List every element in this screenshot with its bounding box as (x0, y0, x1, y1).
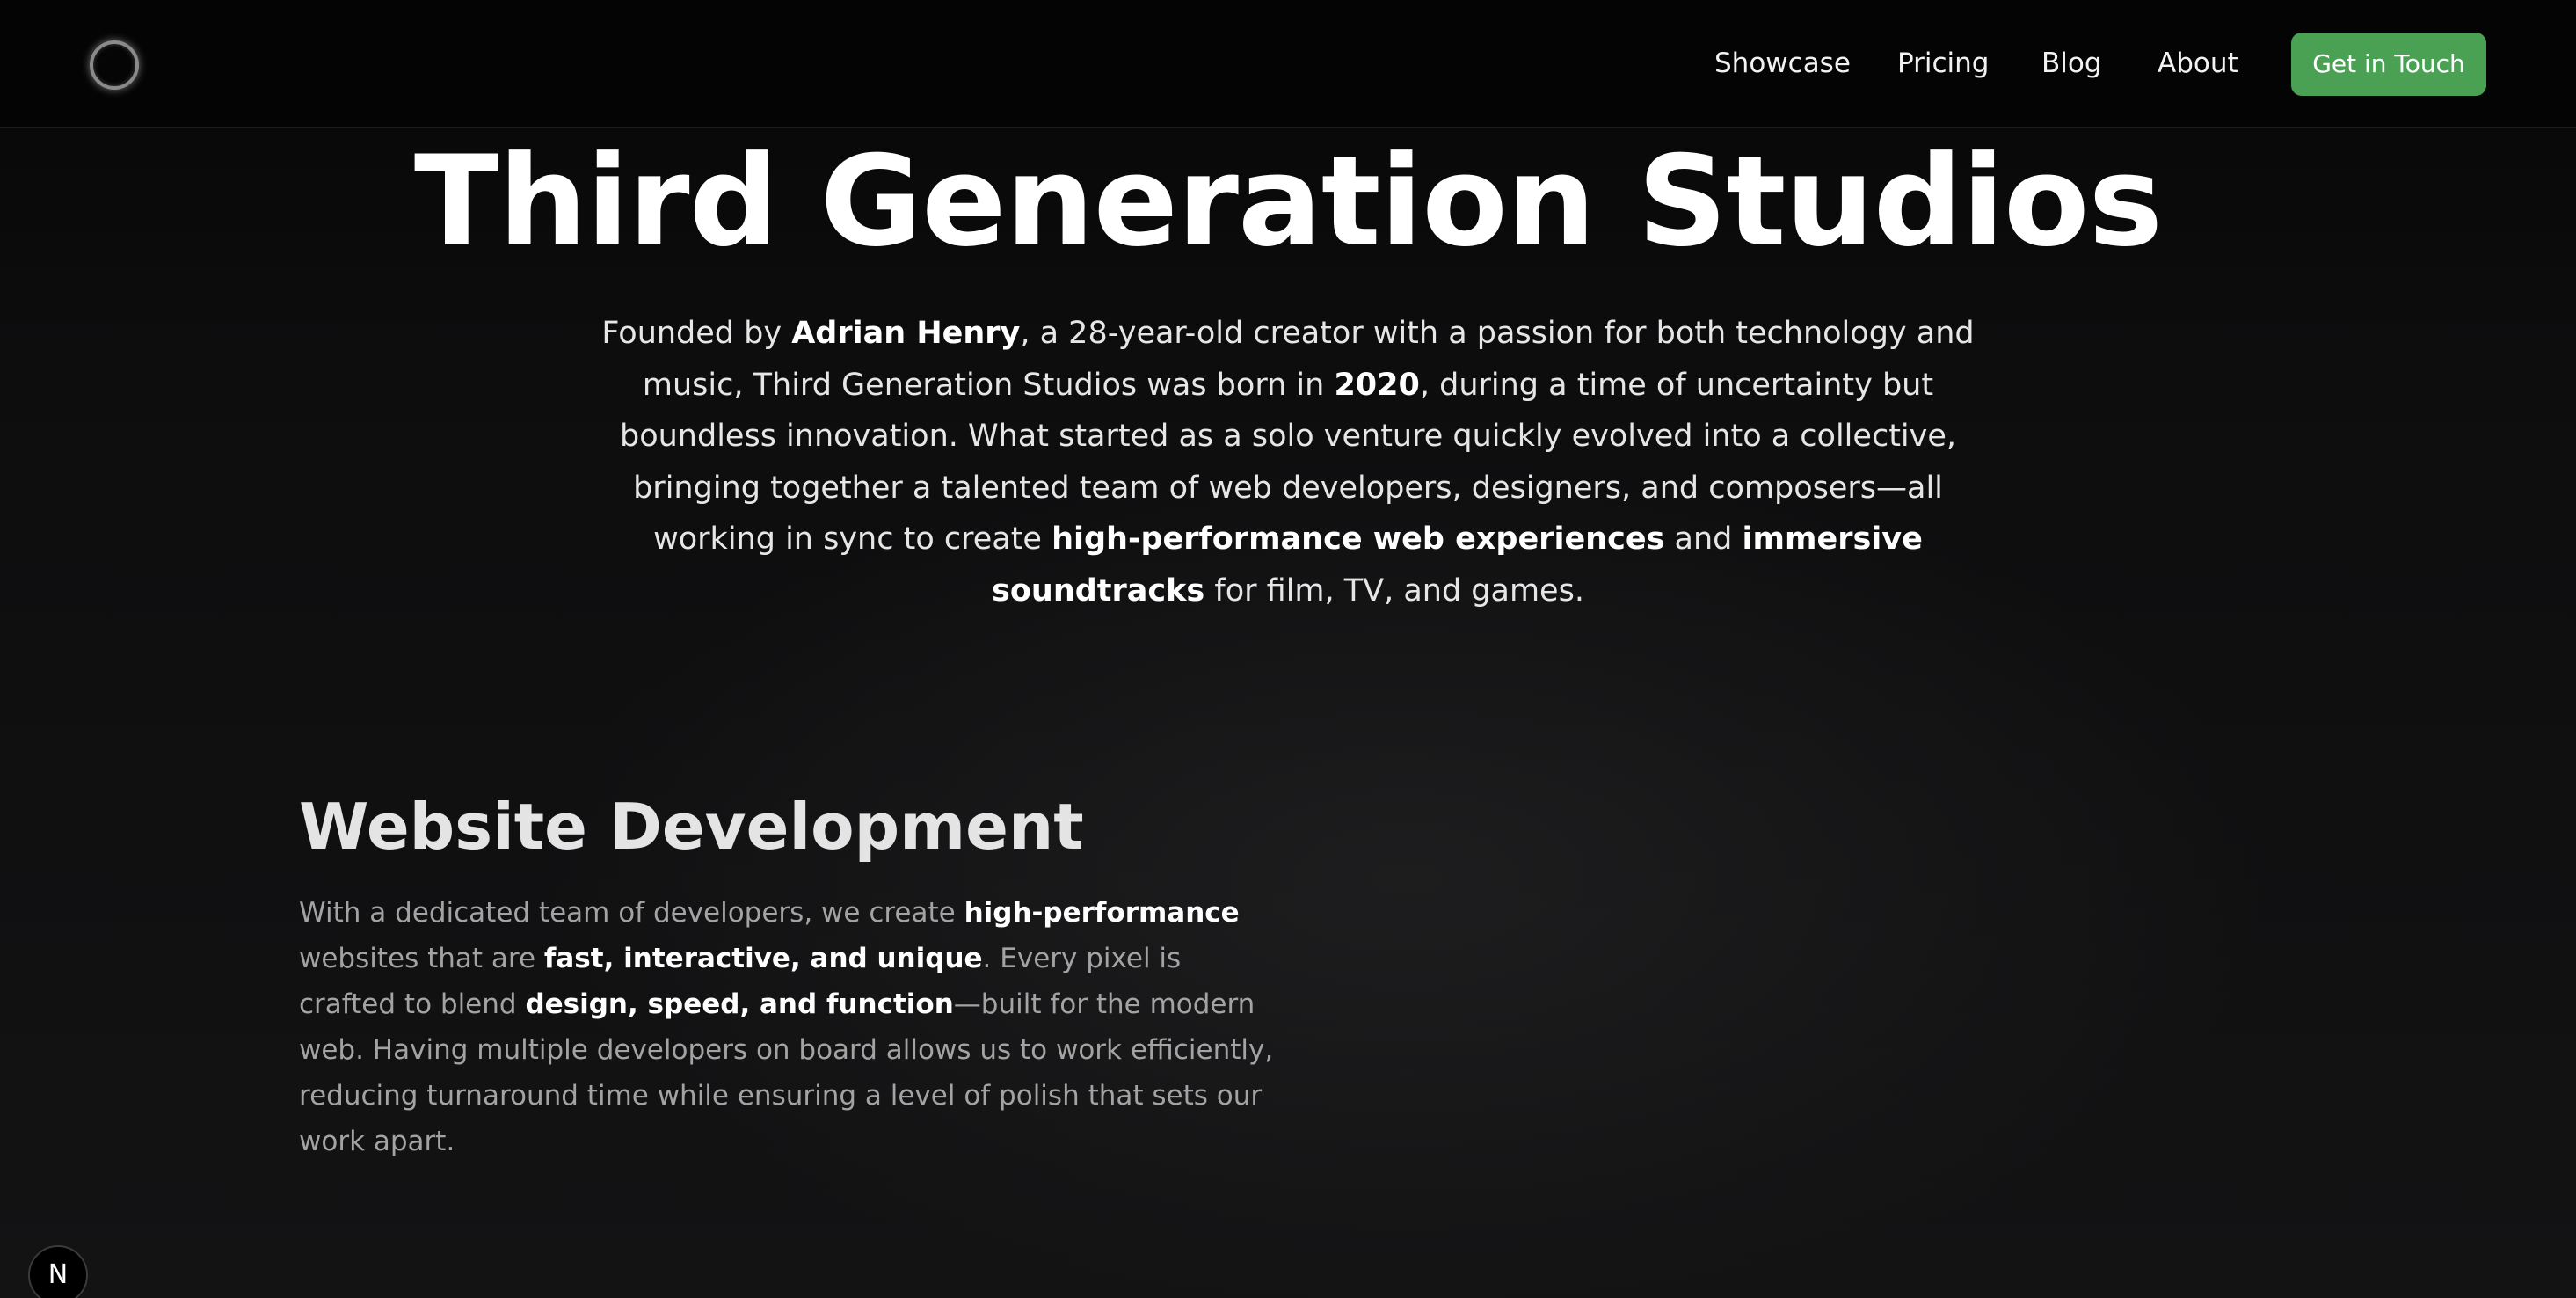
nav-link-pricing[interactable]: Pricing (1897, 46, 1990, 81)
section-title-website-development: Website Development (299, 790, 1084, 864)
nav-link-blog[interactable]: Blog (2041, 46, 2102, 81)
body-text-segment: Founded by (601, 316, 792, 351)
ring-logo-icon[interactable] (90, 40, 139, 90)
page-title: Third Generation Studios (413, 129, 2163, 274)
body-text-segment: and (1664, 521, 1743, 557)
get-in-touch-button[interactable]: Get in Touch (2291, 33, 2486, 96)
top-navbar: Showcase Pricing Blog About Get in Touch (0, 0, 2576, 128)
emphasis-text: high-performance (964, 897, 1240, 929)
body-text-segment: With a dedicated team of developers, we … (299, 897, 964, 929)
nav-link-showcase[interactable]: Showcase (1714, 46, 1851, 81)
nextjs-icon[interactable]: N (28, 1245, 88, 1298)
hero-intro-text: Founded by Adrian Henry, a 28-year-old c… (585, 308, 1991, 616)
emphasis-text: 2020 (1334, 367, 1420, 403)
section-body-website-development: With a dedicated team of developers, we … (299, 890, 1284, 1164)
body-text-segment: websites that are (299, 943, 544, 974)
emphasis-text: design, speed, and function (525, 988, 954, 1020)
emphasis-text: high-performance web experiences (1052, 521, 1665, 557)
nav-link-about[interactable]: About (2158, 46, 2238, 81)
emphasis-text: Adrian Henry (791, 316, 1021, 351)
body-text-segment: for film, TV, and games. (1204, 572, 1584, 609)
emphasis-text: fast, interactive, and unique (543, 943, 983, 974)
